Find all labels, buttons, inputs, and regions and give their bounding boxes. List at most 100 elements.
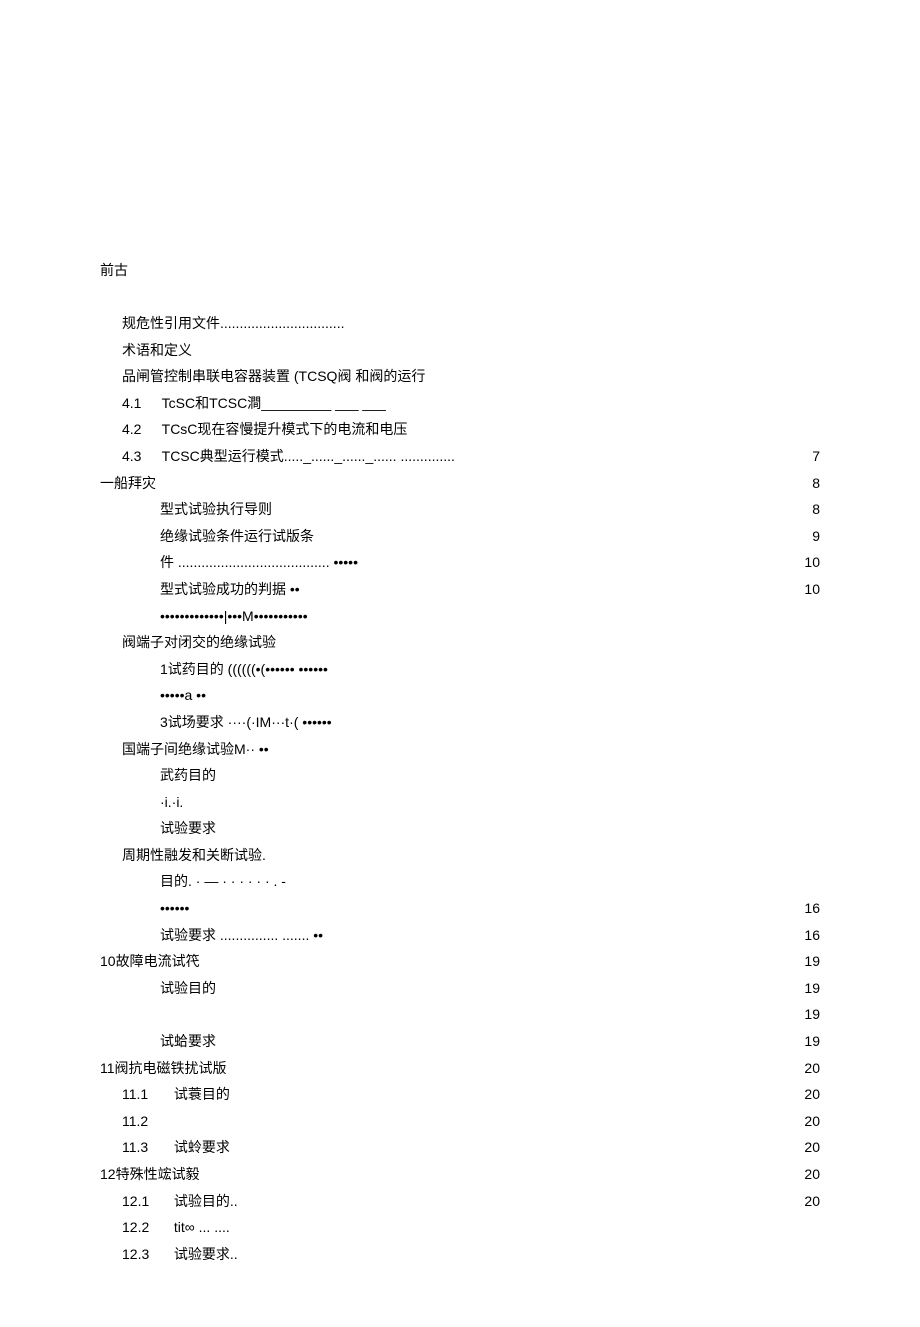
- toc-line: 件 ......................................…: [100, 549, 820, 576]
- toc-entry-number: 11.2: [122, 1108, 170, 1135]
- toc-entry-text: 件 ......................................…: [160, 554, 358, 570]
- toc-label: 国端子间绝缘试验M·· ••: [122, 736, 269, 763]
- toc-page-number: 7: [790, 443, 820, 470]
- toc-label: 4.1 TcSC和TCSC澗_________ ___ ___: [122, 390, 386, 417]
- toc-entry-text: 3试场要求 ····(·IM···t·( ••••••: [160, 714, 332, 730]
- toc-entry-text: •••••••••••••|•••M•••••••••••: [160, 608, 308, 624]
- heading-qiangu: 前古: [100, 260, 820, 280]
- toc-entry-text: 试蛤要求: [160, 1033, 216, 1049]
- toc-line: ·i.·i.: [100, 789, 820, 816]
- toc-line: 型式试验执行导则8: [100, 496, 820, 523]
- toc-page-number: 20: [790, 1188, 820, 1215]
- toc-entry-text: ·i.·i.: [160, 794, 183, 810]
- toc-label: 武药目的: [160, 762, 216, 789]
- toc-label: 12.1 试验目的..: [122, 1188, 238, 1215]
- toc-line: 11.3 试蛉要求 20: [100, 1134, 820, 1161]
- toc-entry-text: 试验目的: [160, 980, 216, 996]
- toc-line: 试验要求: [100, 815, 820, 842]
- toc-line: 4.2 TCsC现在容慢提升模式下的电流和电压: [100, 416, 820, 443]
- toc-entry-text: 10故障电流试笩: [100, 953, 200, 969]
- toc-label: 4.3 TCSC典型运行模式....._......_......_......…: [122, 443, 455, 470]
- toc-page-number: 20: [790, 1081, 820, 1108]
- toc-entry-text: 国端子间绝缘试验M·· ••: [122, 741, 269, 757]
- toc-line: 试验目的 19: [100, 975, 820, 1002]
- toc-line: 12.2 tit∞ ... ....: [100, 1214, 820, 1241]
- toc-line: 周期性融发和关断试验.: [100, 842, 820, 869]
- toc-label: 11.3 试蛉要求: [122, 1134, 230, 1161]
- toc-entry-text: 1试药目的 ((((((•(•••••• ••••••: [160, 661, 328, 677]
- toc-label: 4.2 TCsC现在容慢提升模式下的电流和电压: [122, 416, 407, 443]
- toc-label: •••••a ••: [160, 682, 206, 709]
- toc-line: 试蛤要求 19: [100, 1028, 820, 1055]
- toc-label: 试验要求: [160, 815, 216, 842]
- toc-entry-number: 12.1: [122, 1188, 170, 1215]
- toc-page-number: 20: [790, 1108, 820, 1135]
- toc-entry-text: 术语和定义: [122, 342, 192, 358]
- toc-label: 品闸管控制串联电容器装置 (TCSQ阀 和阀的运行: [122, 363, 425, 390]
- toc-label: 型式试验成功的判据 ••: [160, 576, 300, 603]
- toc-label: 阀端子对闭交的绝缘试验: [122, 629, 276, 656]
- toc-line: 4.3 TCSC典型运行模式....._......_......_......…: [100, 443, 820, 470]
- toc-label: 目的. · — · · · · · · . -: [160, 868, 286, 895]
- toc-label: 10故障电流试笩: [100, 948, 200, 975]
- toc-label: 规危性引用文件................................: [122, 310, 344, 337]
- toc-page-number: 20: [790, 1161, 820, 1188]
- toc-line: 19: [100, 1001, 820, 1028]
- toc-label: 11阀抗电磁铁扰试版: [100, 1055, 227, 1082]
- toc-line: 11.1 试蓑目的20: [100, 1081, 820, 1108]
- toc-label: ·i.·i.: [160, 789, 183, 816]
- toc-page-number: 19: [790, 1028, 820, 1055]
- document-page: 前古 规危性引用文件..............................…: [0, 0, 920, 1327]
- toc-entry-text: 武药目的: [160, 767, 216, 783]
- toc-line: 12特殊性竤试毅 20: [100, 1161, 820, 1188]
- toc-entry-text: 品闸管控制串联电容器装置 (TCSQ阀 和阀的运行: [122, 368, 425, 384]
- toc-entry-text: 试蛉要求: [174, 1139, 230, 1155]
- toc-line: •••••a ••: [100, 682, 820, 709]
- toc-entry-number: 4.1: [122, 390, 158, 417]
- toc-line: 一船拜灾 8: [100, 470, 820, 497]
- toc-label: 12特殊性竤试毅: [100, 1161, 200, 1188]
- toc-page-number: 20: [790, 1134, 820, 1161]
- toc-label: 11.2: [122, 1108, 170, 1135]
- toc-entry-text: tit∞ ... ....: [174, 1219, 230, 1235]
- toc-label: 1试药目的 ((((((•(•••••• ••••••: [160, 656, 328, 683]
- toc-page-number: 19: [790, 1001, 820, 1028]
- toc-entry-text: 试验目的..: [174, 1193, 238, 1209]
- toc-label: 试蛤要求: [160, 1028, 216, 1055]
- toc-label: 一船拜灾: [100, 470, 156, 497]
- toc-entry-text: 绝缘试验条件运行试版条: [160, 528, 314, 544]
- toc-entry-number: 11.1: [122, 1081, 170, 1108]
- toc-page-number: 16: [790, 895, 820, 922]
- toc-line: 目的. · — · · · · · · . -: [100, 868, 820, 895]
- toc-label: 试验要求 ............... ....... ••: [160, 922, 323, 949]
- toc-entry-text: 目的. · — · · · · · · . -: [160, 873, 286, 889]
- toc-body: 规危性引用文件................................ 术…: [100, 310, 820, 1267]
- toc-label: 3试场要求 ····(·IM···t·( ••••••: [160, 709, 332, 736]
- toc-line: 10故障电流试笩 19: [100, 948, 820, 975]
- toc-page-number: 8: [790, 470, 820, 497]
- toc-line: 规危性引用文件................................: [100, 310, 820, 337]
- toc-label: 绝缘试验条件运行试版条: [160, 523, 314, 550]
- toc-line: 阀端子对闭交的绝缘试验: [100, 629, 820, 656]
- toc-label: 型式试验执行导则: [160, 496, 272, 523]
- toc-entry-text: 一船拜灾: [100, 475, 156, 491]
- toc-label: 12.2 tit∞ ... ....: [122, 1214, 230, 1241]
- toc-entry-number: 4.2: [122, 416, 158, 443]
- toc-line: 品闸管控制串联电容器装置 (TCSQ阀 和阀的运行: [100, 363, 820, 390]
- toc-page-number: 10: [790, 576, 820, 603]
- toc-page-number: 19: [790, 948, 820, 975]
- toc-entry-text: 试验要求 ............... ....... ••: [160, 927, 323, 943]
- toc-entry-text: TCsC现在容慢提升模式下的电流和电压: [162, 421, 408, 437]
- toc-line: 11.2 20: [100, 1108, 820, 1135]
- toc-entry-text: 周期性融发和关断试验.: [122, 847, 266, 863]
- toc-entry-text: 阀端子对闭交的绝缘试验: [122, 634, 276, 650]
- toc-line: 型式试验成功的判据 •• 10: [100, 576, 820, 603]
- toc-line: 11阀抗电磁铁扰试版 20: [100, 1055, 820, 1082]
- toc-label: 试验目的: [160, 975, 216, 1002]
- toc-page-number: 19: [790, 975, 820, 1002]
- toc-line: 4.1 TcSC和TCSC澗_________ ___ ___: [100, 390, 820, 417]
- toc-entry-text: 12特殊性竤试毅: [100, 1166, 200, 1182]
- toc-page-number: 20: [790, 1055, 820, 1082]
- toc-entry-text: TCSC典型运行模式....._......_......_...... ...…: [162, 448, 455, 464]
- toc-entry-text: 11阀抗电磁铁扰试版: [100, 1060, 227, 1076]
